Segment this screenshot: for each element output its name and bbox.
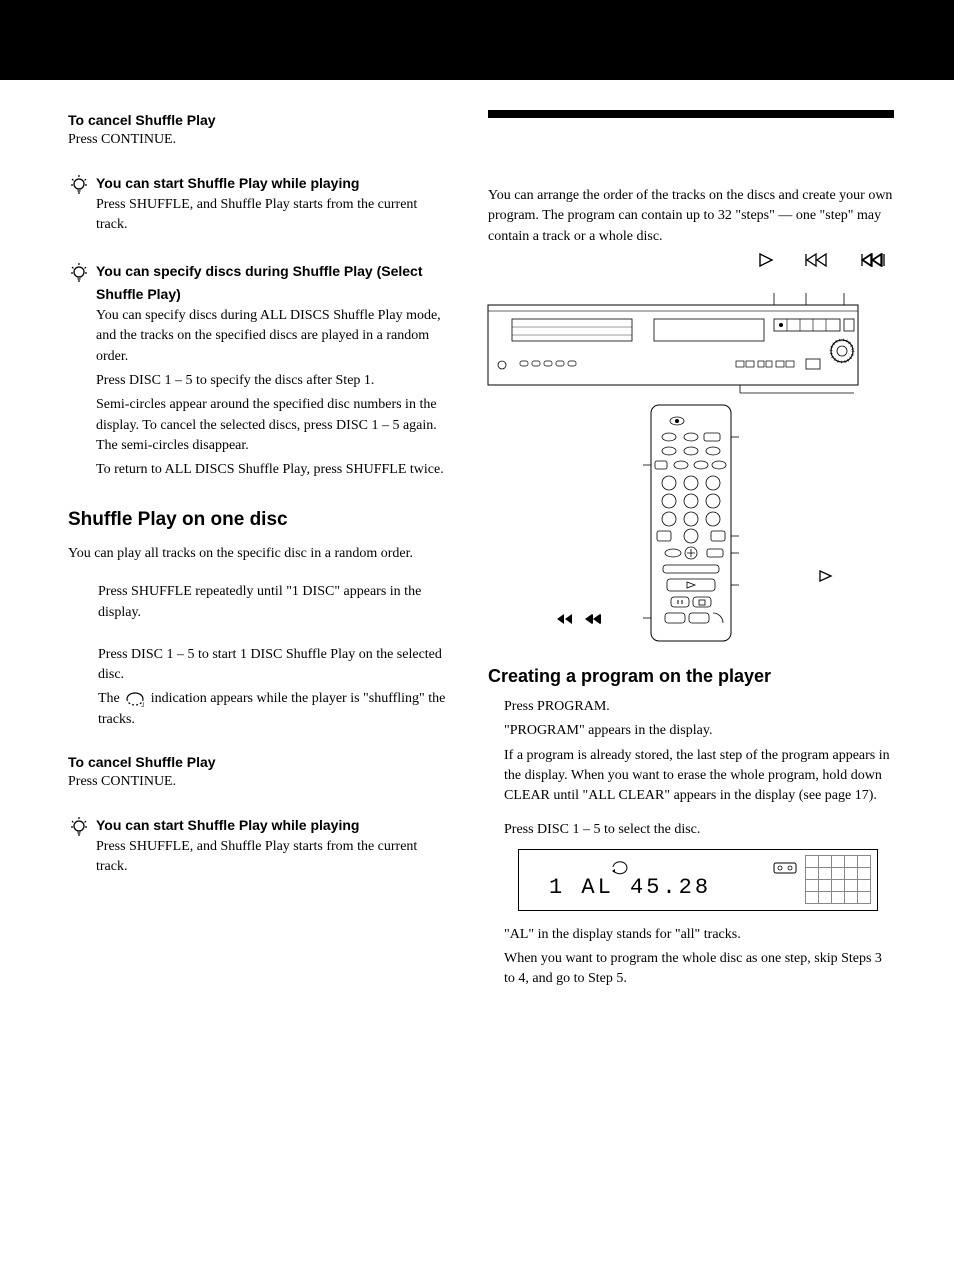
tip2-p4: To return to ALL DISCS Shuffle Play, pre…: [96, 460, 448, 480]
section-divider-bar: [488, 110, 894, 118]
step2b: "AL" in the display stands for "all" tra…: [504, 925, 894, 945]
cancel2-heading: To cancel Shuffle Play: [68, 752, 448, 772]
program-step-1: Press PROGRAM. "PROGRAM" appears in the …: [488, 697, 894, 806]
shuffle-one-disc-heading: Shuffle Play on one disc: [68, 506, 448, 534]
creating-program-heading: Creating a program on the player: [488, 663, 894, 689]
prev-track-icon: [804, 253, 832, 267]
step2b-after: indication appears while the player is "…: [98, 691, 445, 726]
display-track-grid: [805, 856, 871, 904]
left-column: To cancel Shuffle Play Press CONTINUE. Y…: [68, 110, 448, 1004]
tip2-p3: Semi-circles appear around the specified…: [96, 395, 448, 456]
step2c: When you want to program the whole disc …: [504, 949, 894, 990]
tip-heading: You can start Shuffle Play while playing: [96, 175, 359, 191]
tip-start-shuffle-1: You can start Shuffle Play while playing…: [68, 173, 448, 240]
step2a: Press DISC 1 – 5 to select the disc.: [504, 820, 894, 840]
prev-icon: [554, 613, 576, 625]
shuffle-step1-text: Press SHUFFLE repeatedly until "1 DISC" …: [98, 582, 448, 623]
header-black-band: [0, 0, 954, 80]
play-icon: [758, 253, 776, 267]
tip-start-shuffle-2: You can start Shuffle Play while playing…: [68, 815, 448, 882]
cancel2-body: Press CONTINUE.: [68, 772, 448, 792]
transport-icons-row: [488, 253, 894, 267]
shuffle-step1: Press SHUFFLE repeatedly until "1 DISC" …: [68, 582, 448, 623]
page-content: To cancel Shuffle Play Press CONTINUE. Y…: [0, 80, 954, 1004]
remote-illustration: [488, 403, 894, 643]
next-track-icon: [860, 253, 888, 267]
step1b: "PROGRAM" appears in the display.: [504, 721, 894, 741]
tip3-body: Press SHUFFLE, and Shuffle Play starts f…: [96, 837, 448, 878]
tip2-heading: You can specify discs during Shuffle Pla…: [96, 263, 423, 301]
cancel-shuffle-2: To cancel Shuffle Play Press CONTINUE.: [68, 752, 448, 793]
step1c: If a program is already stored, the last…: [504, 746, 894, 807]
step2b-before: The: [98, 691, 123, 706]
player-display-panel: 1 AL 45.28: [518, 849, 878, 911]
shuffle-step2a: Press DISC 1 – 5 to start 1 DISC Shuffle…: [98, 645, 448, 686]
tip-select-shuffle: You can specify discs during Shuffle Pla…: [68, 261, 448, 484]
step1a: Press PROGRAM.: [504, 697, 894, 717]
calendar-icon: [773, 860, 797, 874]
cd-player-illustration: [488, 285, 894, 395]
cancel-shuffle-1: To cancel Shuffle Play Press CONTINUE.: [68, 110, 448, 151]
tip-bulb-icon: [68, 261, 90, 284]
remote-play-callout-icon: [818, 569, 834, 589]
tip2-p1: You can specify discs during ALL DISCS S…: [96, 306, 448, 367]
remote-skip-callout-icons: [554, 613, 604, 625]
svg-text:」: 」: [141, 700, 147, 707]
shuffle-one-intro: You can play all tracks on the specific …: [68, 544, 448, 564]
right-column: You can arrange the order of the tracks …: [488, 110, 894, 1004]
next-icon: [582, 613, 604, 625]
display-readout: 1 AL 45.28: [549, 872, 711, 904]
program-intro: You can arrange the order of the tracks …: [488, 186, 894, 247]
shuffle-step2: Press DISC 1 – 5 to start 1 DISC Shuffle…: [68, 645, 448, 730]
tip3-heading: You can start Shuffle Play while playing: [96, 817, 359, 833]
tip-body-text: Press SHUFFLE, and Shuffle Play starts f…: [96, 195, 448, 236]
cancel-heading: To cancel Shuffle Play: [68, 110, 448, 130]
tip2-p2: Press DISC 1 – 5 to specify the discs af…: [96, 371, 448, 391]
tip-bulb-icon: [68, 815, 90, 838]
cancel-body: Press CONTINUE.: [68, 130, 448, 150]
shuffle-step2b: The 」 indication appears while the playe…: [98, 689, 448, 730]
tip-bulb-icon: [68, 173, 90, 196]
shuffle-indicator-icon: 」: [123, 691, 147, 707]
program-step-2: Press DISC 1 – 5 to select the disc. 1 A…: [488, 820, 894, 989]
